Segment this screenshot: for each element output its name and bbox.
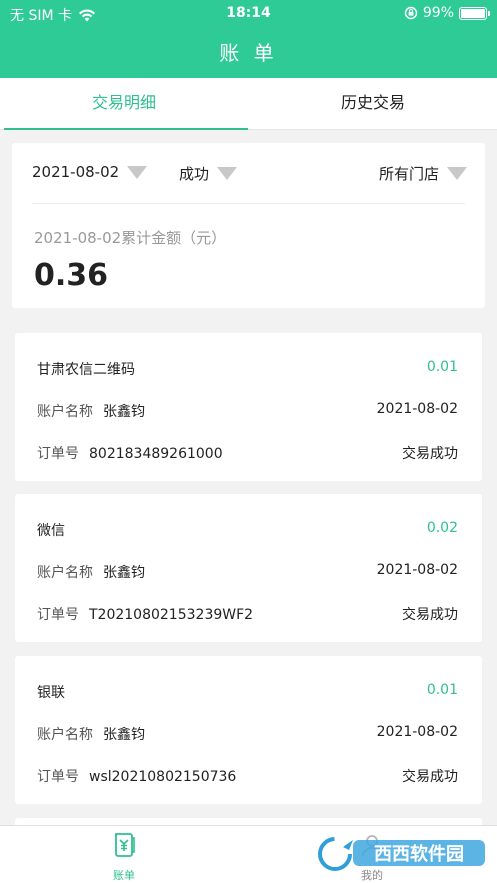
battery-percent: 99% — [422, 5, 454, 21]
transaction-status: 交易成功 — [402, 769, 458, 785]
svg-text:CR173.COM: CR173.COM — [409, 865, 457, 874]
page-title: 账 单 — [219, 41, 278, 65]
account-label: 账户名称 — [37, 727, 93, 743]
dropdown-arrow-icon — [447, 167, 467, 180]
card-row-order: 订单号 T20210802153239WF2 交易成功 — [37, 604, 458, 624]
store-filter[interactable]: 所有门店 — [379, 163, 467, 184]
account-label: 账户名称 — [37, 565, 93, 581]
total-label: 2021-08-02累计金额（元） — [34, 229, 227, 247]
card-row-account: 账户名称 张鑫钧 2021-08-02 — [37, 724, 458, 744]
order-info: 订单号 T20210802153239WF2 — [37, 604, 253, 624]
battery-icon — [459, 6, 490, 20]
total-amount: 0.36 — [34, 258, 109, 293]
order-number: wsl20210802150736 — [89, 769, 237, 785]
transaction-date: 2021-08-02 — [376, 562, 458, 578]
card-row-order: 订单号 wsl20210802150736 交易成功 — [37, 766, 458, 786]
order-number: T20210802153239WF2 — [89, 607, 254, 623]
store-filter-value: 所有门店 — [378, 165, 439, 183]
date-filter-value: 2021-08-02 — [32, 163, 120, 181]
order-info: 订单号 802183489261000 — [37, 443, 223, 463]
order-number: 802183489261000 — [89, 446, 223, 462]
status-filter-value: 成功 — [179, 165, 210, 183]
amount: 0.02 — [426, 520, 458, 536]
order-label: 订单号 — [37, 769, 79, 785]
status-filter[interactable]: 成功 — [179, 163, 238, 184]
account-info: 账户名称 张鑫钧 — [37, 401, 145, 421]
card-row-channel: 甘肃农信二维码 0.01 — [37, 359, 458, 379]
transaction-date: 2021-08-02 — [376, 401, 458, 417]
app-header: 无 SIM 卡 18:14 99% 账 单 — [0, 0, 497, 78]
divider — [32, 203, 465, 204]
transaction-status: 交易成功 — [402, 446, 458, 462]
orientation-lock-icon — [404, 6, 418, 20]
date-filter[interactable]: 2021-08-02 — [32, 163, 148, 181]
account-info: 账户名称 张鑫钧 — [37, 724, 145, 744]
channel-name: 银联 — [37, 685, 65, 701]
card-row-channel: 微信 0.02 — [37, 520, 458, 540]
account-name: 张鑫钧 — [103, 565, 145, 581]
tab-transaction-details[interactable]: 交易明细 — [0, 78, 248, 130]
amount: 0.01 — [426, 359, 458, 375]
channel-name: 甘肃农信二维码 — [37, 362, 135, 378]
bill-icon — [115, 833, 135, 857]
card-row-account: 账户名称 张鑫钧 2021-08-02 — [37, 401, 458, 421]
status-right: 99% — [404, 5, 490, 21]
account-name: 张鑫钧 — [103, 727, 145, 743]
summary-card: 2021-08-02 成功 所有门店 2021-08-02累计金额（元） 0.3… — [12, 143, 485, 308]
dropdown-arrow-icon — [217, 167, 238, 180]
account-label: 账户名称 — [37, 404, 93, 420]
tab-history[interactable]: 历史交易 — [249, 78, 497, 130]
order-label: 订单号 — [37, 607, 79, 623]
account-name: 张鑫钧 — [103, 404, 145, 420]
card-row-account: 账户名称 张鑫钧 2021-08-02 — [37, 562, 458, 582]
transaction-date: 2021-08-02 — [376, 724, 458, 740]
tab-bill-label: 账单 — [113, 869, 135, 882]
order-label: 订单号 — [37, 446, 79, 462]
account-info: 账户名称 张鑫钧 — [37, 562, 145, 582]
card-row-order: 订单号 802183489261000 交易成功 — [37, 443, 458, 463]
tab-bar-top: 交易明细 历史交易 — [0, 78, 497, 130]
card-row-channel: 银联 0.01 — [37, 682, 458, 702]
channel-name: 微信 — [37, 523, 65, 539]
transaction-card[interactable]: 银联 0.01 账户名称 张鑫钧 2021-08-02 订单号 wsl2021080… — [15, 656, 482, 804]
status-bar: 无 SIM 卡 18:14 99% — [0, 0, 497, 28]
dropdown-arrow-icon — [127, 165, 148, 179]
watermark-logo: 西西软件园 CR173.COM — [318, 837, 485, 874]
amount: 0.01 — [426, 682, 458, 698]
transaction-status: 交易成功 — [402, 607, 458, 623]
battery-level — [461, 8, 485, 18]
transaction-card[interactable]: 甘肃农信二维码 0.01 账户名称 张鑫钧 2021-08-02 订单号 80218… — [15, 333, 482, 481]
tab-bill[interactable]: 账单 — [0, 826, 248, 883]
transaction-card[interactable]: 微信 0.02 账户名称 张鑫钧 2021-08-02 订单号 T202108021… — [15, 494, 482, 642]
order-info: 订单号 wsl20210802150736 — [37, 766, 236, 786]
svg-text:西西软件园: 西西软件园 — [374, 843, 464, 865]
